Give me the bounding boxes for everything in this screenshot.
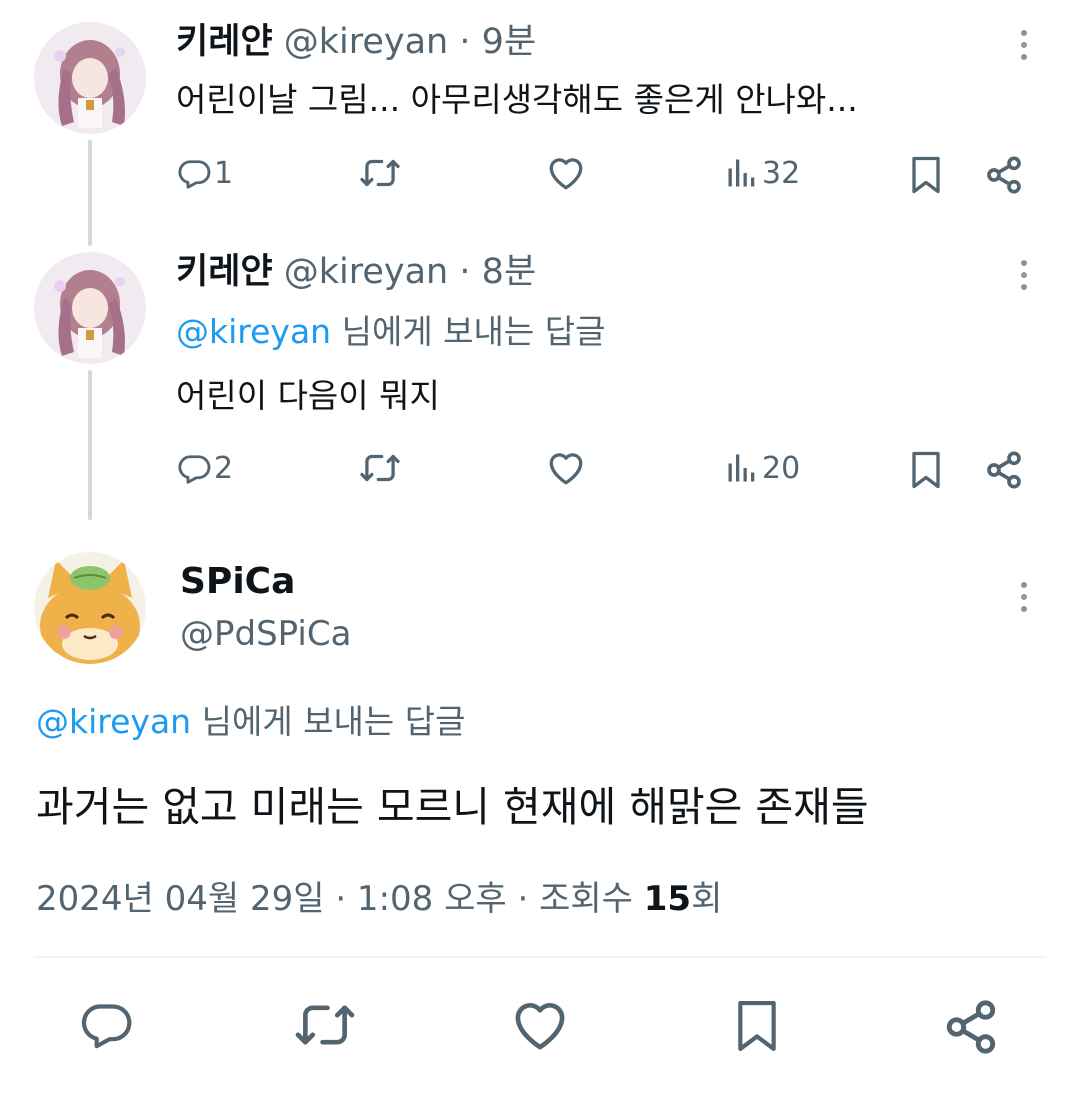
share-button[interactable] xyxy=(984,450,1024,490)
heart-icon xyxy=(515,1003,565,1050)
retweet-arrows-icon xyxy=(360,454,400,482)
reply-mention-link[interactable]: @kireyan xyxy=(176,312,331,351)
handle[interactable]: @PdSPiCa xyxy=(180,612,351,656)
reply-count: 1 xyxy=(214,155,234,191)
bar-chart-icon xyxy=(728,159,755,187)
display-name[interactable]: SPiCa xyxy=(180,560,295,604)
views-button[interactable]: 32 xyxy=(724,155,800,191)
retweet-button[interactable] xyxy=(292,998,358,1052)
reply-mention-link[interactable]: @kireyan xyxy=(36,702,191,741)
reply-context: @kireyan 님에게 보내는 답글 xyxy=(176,310,605,354)
display-name[interactable]: 키레얀 xyxy=(176,22,273,62)
views-button[interactable]: 20 xyxy=(724,450,800,486)
like-button[interactable] xyxy=(546,450,586,486)
reply-context-label: 님에게 보내는 답글 xyxy=(341,312,606,351)
handle[interactable]: @kireyan xyxy=(284,22,449,62)
views-count: 15 xyxy=(643,879,692,919)
reply-context: @kireyan 님에게 보내는 답글 xyxy=(36,700,465,744)
share-button[interactable] xyxy=(984,155,1024,195)
avatar[interactable] xyxy=(34,552,146,664)
reply-context-label: 님에게 보내는 답글 xyxy=(201,702,466,741)
reply-button[interactable]: 2 xyxy=(176,450,233,486)
timestamp[interactable]: 9분 xyxy=(482,22,536,62)
thread-line-1 xyxy=(88,140,92,246)
reply-button[interactable]: 1 xyxy=(176,155,233,191)
heart-icon xyxy=(549,453,583,485)
bookmark-icon xyxy=(912,451,940,489)
retweet-button[interactable] xyxy=(358,155,402,191)
thread-line-2 xyxy=(88,370,92,520)
tweet-text: 어린이날 그림... 아무리생각해도 좋은게 안나와... xyxy=(176,80,858,119)
share-icon xyxy=(946,1000,996,1054)
bookmark-icon xyxy=(912,156,940,194)
reply-count: 2 xyxy=(214,450,234,486)
timestamp-text[interactable]: 2024년 04월 29일 · 1:08 오후 · 조회수 xyxy=(36,879,633,919)
tweet-timestamp: 2024년 04월 29일 · 1:08 오후 · 조회수 15회 xyxy=(36,876,722,922)
speech-bubble-icon xyxy=(178,455,211,484)
share-button[interactable] xyxy=(942,998,1000,1056)
heart-icon xyxy=(549,158,583,190)
separator-dot: · xyxy=(459,22,471,62)
avatar[interactable] xyxy=(34,22,146,134)
speech-bubble-icon xyxy=(178,160,211,189)
avatar[interactable] xyxy=(34,252,146,364)
more-options-icon[interactable] xyxy=(1018,30,1030,66)
retweet-arrows-icon xyxy=(360,159,400,187)
more-options-icon[interactable] xyxy=(1018,582,1030,618)
tweet-text: 과거는 없고 미래는 모르니 현재에 해맑은 존재들 xyxy=(36,783,869,831)
bookmark-button[interactable] xyxy=(908,155,944,195)
bookmark-button[interactable] xyxy=(908,450,944,490)
timestamp[interactable]: 8분 xyxy=(482,252,536,292)
display-name[interactable]: 키레얀 xyxy=(176,252,273,292)
separator-dot: · xyxy=(459,252,471,292)
share-icon xyxy=(987,156,1021,194)
share-icon xyxy=(987,451,1021,489)
like-button[interactable] xyxy=(546,155,586,191)
speech-bubble-icon xyxy=(81,1004,132,1049)
views-suffix: 회 xyxy=(691,879,723,919)
tweet-text: 어린이 다음이 뭐지 xyxy=(176,376,440,415)
reply-button[interactable] xyxy=(78,996,134,1052)
retweet-arrows-icon xyxy=(295,1005,355,1045)
bookmark-icon xyxy=(738,1000,776,1051)
more-options-icon[interactable] xyxy=(1018,260,1030,296)
bookmark-button[interactable] xyxy=(732,996,782,1056)
bar-chart-icon xyxy=(728,454,755,482)
views-count: 32 xyxy=(762,155,801,191)
divider xyxy=(34,956,1046,958)
tweet-header: 키레얀 @kireyan · 8분 xyxy=(176,250,536,294)
retweet-button[interactable] xyxy=(358,450,402,486)
tweet-header: 키레얀 @kireyan · 9분 xyxy=(176,20,536,64)
like-button[interactable] xyxy=(510,998,570,1052)
views-count: 20 xyxy=(762,450,801,486)
handle[interactable]: @kireyan xyxy=(284,252,449,292)
